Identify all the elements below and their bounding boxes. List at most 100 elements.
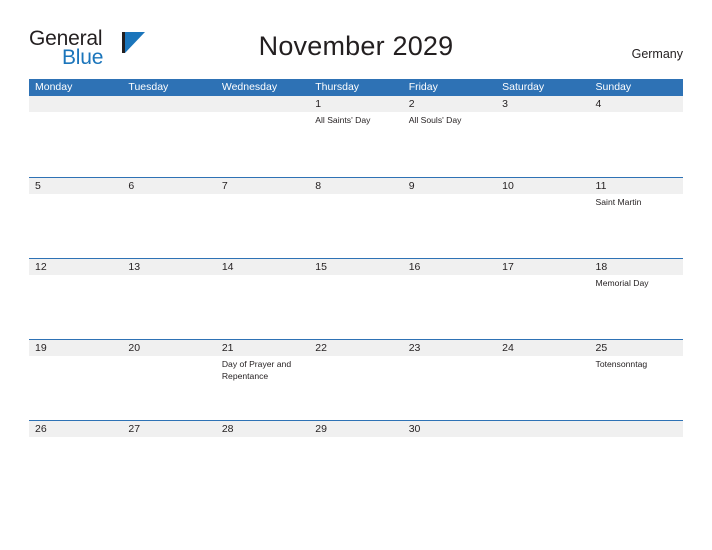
day-cell[interactable] (216, 275, 309, 339)
country-label: Germany (631, 47, 683, 61)
day-number[interactable]: 16 (403, 259, 496, 275)
day-cell[interactable] (496, 437, 589, 501)
day-cell[interactable] (309, 437, 402, 501)
weekday-header-saturday: Saturday (502, 81, 545, 93)
day-cell[interactable] (403, 194, 496, 258)
day-number[interactable]: 25 (590, 340, 683, 356)
day-cell[interactable] (29, 194, 122, 258)
day-number[interactable]: 21 (216, 340, 309, 356)
weekday-header-thursday: Thursday (315, 81, 360, 93)
weekday-header-tuesday: Tuesday (128, 81, 169, 93)
day-number[interactable]: 9 (403, 178, 496, 194)
day-number[interactable]: 8 (309, 178, 402, 194)
holiday-label: All Saints' Day (315, 115, 371, 125)
day-number[interactable]: 5 (29, 178, 122, 194)
day-cell[interactable] (122, 194, 215, 258)
day-cell-with-event[interactable]: Saint Martin (590, 194, 683, 258)
week-number-band: 5 6 7 8 9 10 11 (29, 178, 683, 194)
calendar-week-row: 12 13 14 15 16 17 18 Memorial Day (29, 258, 683, 339)
day-cell-with-event[interactable]: All Souls' Day (403, 112, 496, 176)
day-number[interactable]: 29 (309, 421, 402, 437)
day-cell[interactable] (122, 356, 215, 420)
week-event-band: Saint Martin (29, 194, 683, 258)
page-header: General Blue November 2029 Germany (0, 0, 712, 76)
calendar-page: General Blue November 2029 Germany Monda… (0, 0, 712, 550)
day-number[interactable]: 2 (403, 96, 496, 112)
day-number-empty (496, 421, 589, 437)
day-cell-with-event[interactable]: Day of Prayer and Repentance (216, 356, 309, 420)
day-cell[interactable] (29, 112, 122, 176)
weekday-header-friday: Friday (408, 81, 438, 93)
day-cell[interactable] (496, 356, 589, 420)
day-cell[interactable] (309, 275, 402, 339)
day-number[interactable]: 4 (590, 96, 683, 112)
day-number[interactable]: 10 (496, 178, 589, 194)
day-number[interactable]: 24 (496, 340, 589, 356)
day-cell[interactable] (403, 275, 496, 339)
day-number[interactable]: 17 (496, 259, 589, 275)
calendar-grid: Monday Tuesday Wednesday Thursday Friday… (29, 79, 683, 501)
page-title: November 2029 (258, 31, 454, 61)
day-cell[interactable] (403, 356, 496, 420)
day-number[interactable]: 11 (590, 178, 683, 194)
day-cell[interactable] (29, 356, 122, 420)
day-number[interactable]: 13 (122, 259, 215, 275)
week-number-band: 1234 (29, 96, 683, 112)
holiday-label: Saint Martin (595, 197, 642, 207)
day-number[interactable]: 1 (309, 96, 402, 112)
day-cell[interactable] (29, 437, 122, 501)
day-cell[interactable] (496, 194, 589, 258)
day-number[interactable]: 7 (216, 178, 309, 194)
day-number[interactable]: 28 (216, 421, 309, 437)
calendar-weeks: 1 2 3 4 All Saints' Day All Souls' Day 5 6 7 8 9 10… (29, 96, 683, 501)
week-number-band: 19 20 21 22 23 24 25 (29, 340, 683, 356)
day-cell[interactable] (216, 437, 309, 501)
day-number[interactable]: 26 (29, 421, 122, 437)
week-event-band: Memorial Day (29, 275, 683, 339)
weekday-header-sunday: Sunday (595, 81, 632, 93)
day-number[interactable]: 3 (496, 96, 589, 112)
day-cell-with-event[interactable]: Memorial Day (590, 275, 683, 339)
week-event-band: Day of Prayer and Repentance Totensonntag (29, 356, 683, 420)
holiday-label: Totensonntag (595, 359, 648, 369)
day-number[interactable]: 27 (122, 421, 215, 437)
weekday-header-row: Monday Tuesday Wednesday Thursday Friday… (29, 79, 683, 96)
day-number[interactable]: 14 (216, 259, 309, 275)
day-number[interactable]: 20 (122, 340, 215, 356)
day-number[interactable]: 19 (29, 340, 122, 356)
day-cell[interactable] (403, 437, 496, 501)
day-number[interactable]: 18 (590, 259, 683, 275)
weekday-header-monday: Monday (35, 81, 73, 93)
day-number[interactable]: 30 (403, 421, 496, 437)
day-number[interactable]: 15 (309, 259, 402, 275)
day-cell[interactable] (590, 112, 683, 176)
day-number[interactable]: 6 (122, 178, 215, 194)
holiday-label: Day of Prayer and Repentance (221, 359, 292, 381)
weekday-header-wednesday: Wednesday (221, 81, 278, 93)
day-cell[interactable] (122, 275, 215, 339)
day-cell[interactable] (216, 112, 309, 176)
calendar-week-row: 1 2 3 4 All Saints' Day All Souls' Day (29, 96, 683, 177)
week-number-band: 26 27 28 29 30 (29, 421, 683, 437)
day-number-empty (122, 96, 215, 112)
day-cell[interactable] (216, 194, 309, 258)
day-cell[interactable] (590, 437, 683, 501)
calendar-week-row: 19 20 21 22 23 24 25 Day of Prayer and Repentan… (29, 339, 683, 420)
day-number[interactable]: 12 (29, 259, 122, 275)
day-cell[interactable] (29, 275, 122, 339)
day-cell[interactable] (309, 356, 402, 420)
calendar-week-row: 26 27 28 29 30 (29, 420, 683, 501)
day-cell[interactable] (496, 112, 589, 176)
day-cell[interactable] (122, 437, 215, 501)
day-number-empty (29, 96, 122, 112)
day-number[interactable]: 23 (403, 340, 496, 356)
holiday-label: Memorial Day (595, 278, 649, 288)
day-cell[interactable] (122, 112, 215, 176)
calendar-week-row: 5 6 7 8 9 10 11 Saint Martin (29, 177, 683, 258)
day-cell-with-event[interactable]: Totensonntag (590, 356, 683, 420)
week-event-band: All Saints' Day All Souls' Day (29, 112, 683, 176)
day-cell-with-event[interactable]: All Saints' Day (309, 112, 402, 176)
day-cell[interactable] (309, 194, 402, 258)
day-cell[interactable] (496, 275, 589, 339)
day-number[interactable]: 22 (309, 340, 402, 356)
